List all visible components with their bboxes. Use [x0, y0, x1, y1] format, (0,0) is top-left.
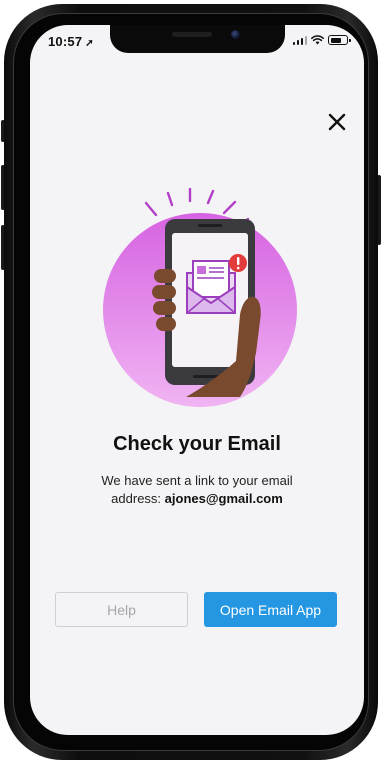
message-line-1: We have sent a link to your email [101, 473, 293, 488]
email-address: ajones@gmail.com [164, 491, 283, 506]
wifi-icon [311, 35, 324, 45]
notch [110, 25, 285, 53]
battery-icon [328, 35, 351, 45]
status-icons [292, 35, 351, 45]
phone-email-illustration [103, 187, 297, 407]
phone-screen: 10:57 ➚ Check your Email We have sent a … [30, 25, 364, 735]
open-email-app-button[interactable]: Open Email App [204, 592, 337, 627]
page-title: Check your Email [113, 433, 281, 455]
message-line-2: address: ajones@gmail.com [58, 490, 336, 508]
location-arrow-icon: ➚ [85, 38, 94, 49]
close-icon [328, 113, 346, 131]
status-time: 10:57 ➚ [48, 34, 94, 49]
battery-level [330, 37, 342, 43]
device-mockup: 10:57 ➚ Check your Email We have sent a … [0, 0, 382, 765]
notification-badge [229, 254, 247, 272]
speaker-grille [172, 32, 212, 37]
message-prefix: address: [111, 491, 165, 506]
help-button[interactable]: Help [55, 592, 188, 627]
front-camera [231, 30, 240, 39]
cellular-signal-icon [292, 35, 307, 45]
envelope-icon [186, 260, 236, 314]
close-button[interactable] [326, 111, 348, 133]
confirmation-message: We have sent a link to your email addres… [58, 472, 336, 508]
status-time-text: 10:57 [48, 34, 83, 49]
